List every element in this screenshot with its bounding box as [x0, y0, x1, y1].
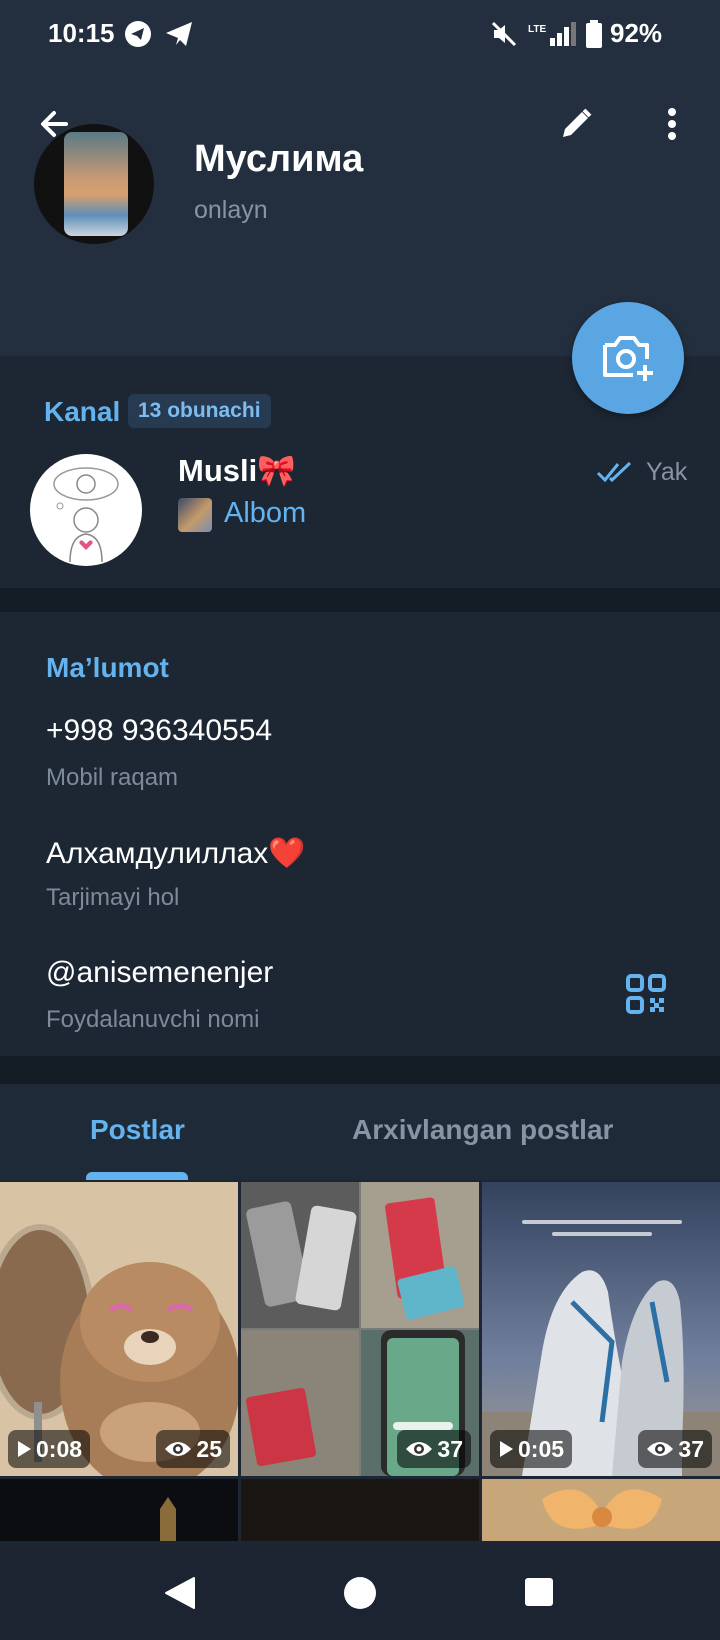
- edit-button[interactable]: [546, 94, 606, 154]
- signal-icon: LTE: [528, 20, 578, 53]
- tab-archived-posts[interactable]: Arxivlangan postlar: [352, 1114, 613, 1146]
- read-checks-icon: [596, 460, 636, 489]
- posts-tabs: Postlar Arxivlangan postlar: [0, 1084, 720, 1180]
- profile-name: Муслима: [194, 138, 364, 180]
- tab-posts[interactable]: Postlar: [90, 1114, 185, 1146]
- bio-label: Tarjimayi hol: [46, 884, 180, 911]
- nav-home-button[interactable]: [343, 1576, 377, 1615]
- telegram-icon: [124, 20, 152, 53]
- view-count: 37: [678, 1436, 704, 1462]
- video-duration-badge: 0:05: [490, 1430, 573, 1468]
- post-thumbnail[interactable]: 0:05 37: [482, 1182, 720, 1476]
- play-icon: [500, 1441, 513, 1457]
- username[interactable]: @anisemenenjer: [46, 956, 273, 990]
- avatar-photo: [64, 132, 128, 236]
- set-photo-button[interactable]: [572, 302, 684, 414]
- add-photo-icon: [603, 336, 653, 381]
- cartoon-avatar-icon: [53, 467, 119, 563]
- eye-icon: [406, 1442, 433, 1456]
- video-duration-badge: 0:08: [8, 1430, 91, 1468]
- dark-image: [241, 1479, 479, 1541]
- more-options-button[interactable]: [642, 94, 702, 154]
- post-thumbnail[interactable]: [241, 1479, 479, 1541]
- active-tab-indicator: [86, 1172, 188, 1180]
- profile-status: onlayn: [194, 196, 268, 224]
- video-duration: 0:08: [36, 1436, 83, 1462]
- section-divider: [0, 588, 720, 612]
- views-badge: 25: [156, 1430, 230, 1468]
- views-badge: 37: [397, 1430, 471, 1468]
- svg-text:LTE: LTE: [528, 24, 546, 35]
- pencil-icon: [563, 108, 592, 137]
- album-thumbnail: [178, 498, 212, 532]
- play-icon: [18, 1441, 31, 1457]
- channel-post-time: Yak: [646, 458, 688, 486]
- phone-label: Mobil raqam: [46, 764, 179, 791]
- channel-name[interactable]: Musli🎀: [178, 452, 296, 489]
- channel-section-title: Kanal: [44, 396, 121, 427]
- phone-number[interactable]: +998 936340554: [46, 714, 272, 748]
- square-recents-icon: [525, 1578, 553, 1606]
- nav-recents-button[interactable]: [524, 1577, 554, 1612]
- status-time: 10:15: [48, 18, 115, 48]
- eye-icon: [647, 1442, 674, 1456]
- nav-back-button[interactable]: [164, 1576, 196, 1615]
- views-badge: 37: [638, 1430, 712, 1468]
- night-building-image: [0, 1479, 238, 1541]
- more-vert-icon: [668, 108, 676, 140]
- video-duration: 0:05: [518, 1436, 565, 1462]
- post-thumbnail[interactable]: [482, 1479, 720, 1541]
- subscribers-badge: 13 obunachi: [128, 394, 271, 428]
- triangle-back-icon: [165, 1577, 195, 1609]
- qr-code-icon[interactable]: [626, 974, 666, 1019]
- system-navigation-bar: [0, 1544, 720, 1640]
- battery-icon: [586, 20, 602, 53]
- username-label: Foydalanuvchi nomi: [46, 1006, 260, 1033]
- view-count: 25: [196, 1436, 222, 1462]
- post-thumbnail[interactable]: [0, 1479, 238, 1541]
- bow-image: [482, 1479, 720, 1541]
- post-thumbnail[interactable]: 37: [241, 1182, 479, 1476]
- section-divider: [0, 1056, 720, 1084]
- info-section-title: Ma’lumot: [46, 652, 169, 683]
- bio-text[interactable]: Алхамдулиллах❤️: [46, 836, 306, 871]
- profile-avatar[interactable]: [34, 124, 154, 244]
- post-thumbnail[interactable]: 0:08 25: [0, 1182, 238, 1476]
- channel-avatar[interactable]: [30, 454, 142, 566]
- view-count: 37: [437, 1436, 463, 1462]
- battery-percent: 92%: [610, 18, 663, 48]
- telegram-plane-icon: [164, 20, 194, 53]
- status-bar: 10:15 LTE 92%: [0, 0, 720, 68]
- channel-last-post[interactable]: Albom: [224, 497, 306, 530]
- mute-icon: [490, 20, 518, 53]
- eye-icon: [165, 1442, 192, 1456]
- circle-home-icon: [344, 1577, 376, 1609]
